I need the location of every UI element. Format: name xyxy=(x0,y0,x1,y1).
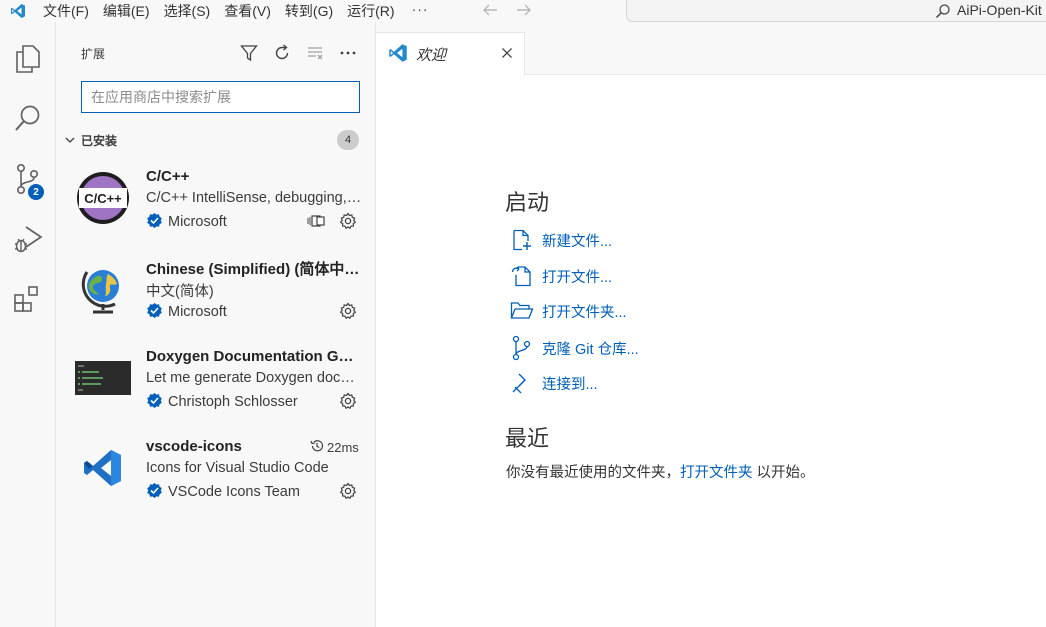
search-icon xyxy=(14,104,42,137)
start-heading: 启动 xyxy=(505,190,550,215)
menu-run[interactable]: 运行(R) xyxy=(340,0,401,22)
activation-time: 22ms xyxy=(310,439,359,456)
source-control-badge: 2 xyxy=(27,183,45,201)
recent-empty-message: 你没有最近使用的文件夹，打开文件夹 以开始。 xyxy=(506,465,815,481)
extension-publisher: Microsoft xyxy=(146,212,227,232)
menu-view[interactable]: 查看(V) xyxy=(217,0,278,22)
search-button[interactable] xyxy=(0,96,56,144)
more-icon[interactable] xyxy=(337,42,359,64)
gear-icon[interactable] xyxy=(339,212,357,230)
installed-section-header[interactable]: 已安装 4 xyxy=(56,128,376,152)
command-center-search[interactable]: AiPi-Open-Kit xyxy=(626,0,1046,22)
filter-icon[interactable] xyxy=(238,42,260,64)
tab-welcome[interactable]: 欢迎 xyxy=(376,32,525,76)
gear-icon[interactable] xyxy=(339,302,357,320)
installed-section-label: 已安装 xyxy=(81,133,118,148)
extensions-button[interactable] xyxy=(0,276,56,324)
menu-edit[interactable]: 编辑(E) xyxy=(96,0,157,22)
arrow-left-icon[interactable] xyxy=(481,3,499,20)
extension-item[interactable]: Chinese (Simplified) (简体中文) Language Pac… xyxy=(56,246,376,336)
git-clone-icon xyxy=(510,335,534,361)
extension-description: 中文(简体) xyxy=(146,284,214,300)
verified-badge-icon xyxy=(146,212,163,232)
globe-icon xyxy=(75,260,131,316)
explorer-icon xyxy=(14,44,42,77)
extensions-icon xyxy=(13,284,43,317)
activity-bar: 2 xyxy=(0,22,56,627)
tab-label: 欢迎 xyxy=(416,47,447,64)
run-debug-button[interactable] xyxy=(0,216,56,264)
clear-icon[interactable] xyxy=(304,42,326,64)
vscode-icons-logo xyxy=(75,440,131,496)
installed-count-badge: 4 xyxy=(337,130,359,150)
extension-description: C/C++ IntelliSense, debugging, and code … xyxy=(146,190,362,206)
menu-selection[interactable]: 选择(S) xyxy=(157,0,218,22)
remote-connect-icon xyxy=(510,371,534,395)
extensions-sidebar: 扩展 已安装 4 C/C++ C/C++ xyxy=(56,22,376,627)
source-control-button[interactable]: 2 xyxy=(0,156,56,204)
gear-icon[interactable] xyxy=(339,392,357,410)
open-folder-icon xyxy=(510,299,534,323)
extension-name: Chinese (Simplified) (简体中文) Language Pac… xyxy=(146,261,361,278)
editor-tab-bar: 欢迎 xyxy=(376,22,1046,76)
open-folder-link[interactable]: 打开文件夹... xyxy=(510,299,627,323)
extension-publisher: VSCode Icons Team xyxy=(146,482,300,502)
open-file-icon xyxy=(510,264,534,288)
menu-bar: 文件(F) 编辑(E) 选择(S) 查看(V) 转到(G) 运行(R) ··· xyxy=(36,0,439,22)
doxygen-terminal-icon xyxy=(75,350,131,406)
title-bar: 文件(F) 编辑(E) 选择(S) 查看(V) 转到(G) 运行(R) ··· … xyxy=(0,0,1046,22)
extension-description: Icons for Visual Studio Code xyxy=(146,460,329,476)
extension-item[interactable]: C/C++ C/C++ C/C++ IntelliSense, debuggin… xyxy=(56,156,376,246)
extension-search-input[interactable] xyxy=(81,81,360,113)
connect-to-link[interactable]: 连接到... xyxy=(510,371,598,395)
history-icon xyxy=(310,439,324,456)
extension-name: C/C++ xyxy=(146,168,190,185)
command-center-text: AiPi-Open-Kit xyxy=(957,2,1042,18)
vscode-logo-icon[interactable] xyxy=(0,0,36,22)
open-file-link[interactable]: 打开文件... xyxy=(510,264,612,288)
svg-text:C/C++: C/C++ xyxy=(84,191,122,206)
remote-sync-icon[interactable] xyxy=(306,212,328,230)
refresh-icon[interactable] xyxy=(271,42,293,64)
clone-git-repo-link[interactable]: 克隆 Git 仓库... xyxy=(510,335,639,361)
verified-badge-icon xyxy=(146,482,163,502)
extension-name: Doxygen Documentation Generator xyxy=(146,348,361,365)
explorer-button[interactable] xyxy=(0,36,56,84)
close-icon[interactable] xyxy=(498,44,516,62)
sidebar-title: 扩展 xyxy=(81,47,106,61)
extension-item[interactable]: Doxygen Documentation Generator Let me g… xyxy=(56,336,376,426)
menu-file[interactable]: 文件(F) xyxy=(36,0,96,22)
chevron-down-icon xyxy=(62,132,78,148)
gear-icon[interactable] xyxy=(339,482,357,500)
cpp-icon: C/C++ xyxy=(75,170,131,226)
open-folder-inline-link[interactable]: 打开文件夹 xyxy=(680,465,753,481)
verified-badge-icon xyxy=(146,392,163,412)
arrow-right-icon[interactable] xyxy=(515,3,533,20)
extension-publisher: Microsoft xyxy=(146,302,227,322)
extension-description: Let me generate Doxygen documentation fr… xyxy=(146,370,362,386)
search-icon xyxy=(935,3,951,22)
new-file-link[interactable]: 新建文件... xyxy=(510,228,612,252)
menu-more-button[interactable]: ··· xyxy=(402,0,439,22)
extension-item[interactable]: vscode-icons 22ms Icons for Visual Studi… xyxy=(56,426,376,516)
recent-heading: 最近 xyxy=(505,426,550,451)
extension-publisher: Christoph Schlosser xyxy=(146,392,298,412)
verified-badge-icon xyxy=(146,302,163,322)
menu-go[interactable]: 转到(G) xyxy=(278,0,340,22)
welcome-page: 启动 新建文件... 打开文件... 打开文件夹... 克隆 Git 仓库...… xyxy=(376,75,1046,627)
new-file-icon xyxy=(510,228,534,252)
vscode-logo-icon xyxy=(388,43,408,66)
run-debug-icon xyxy=(13,224,43,257)
